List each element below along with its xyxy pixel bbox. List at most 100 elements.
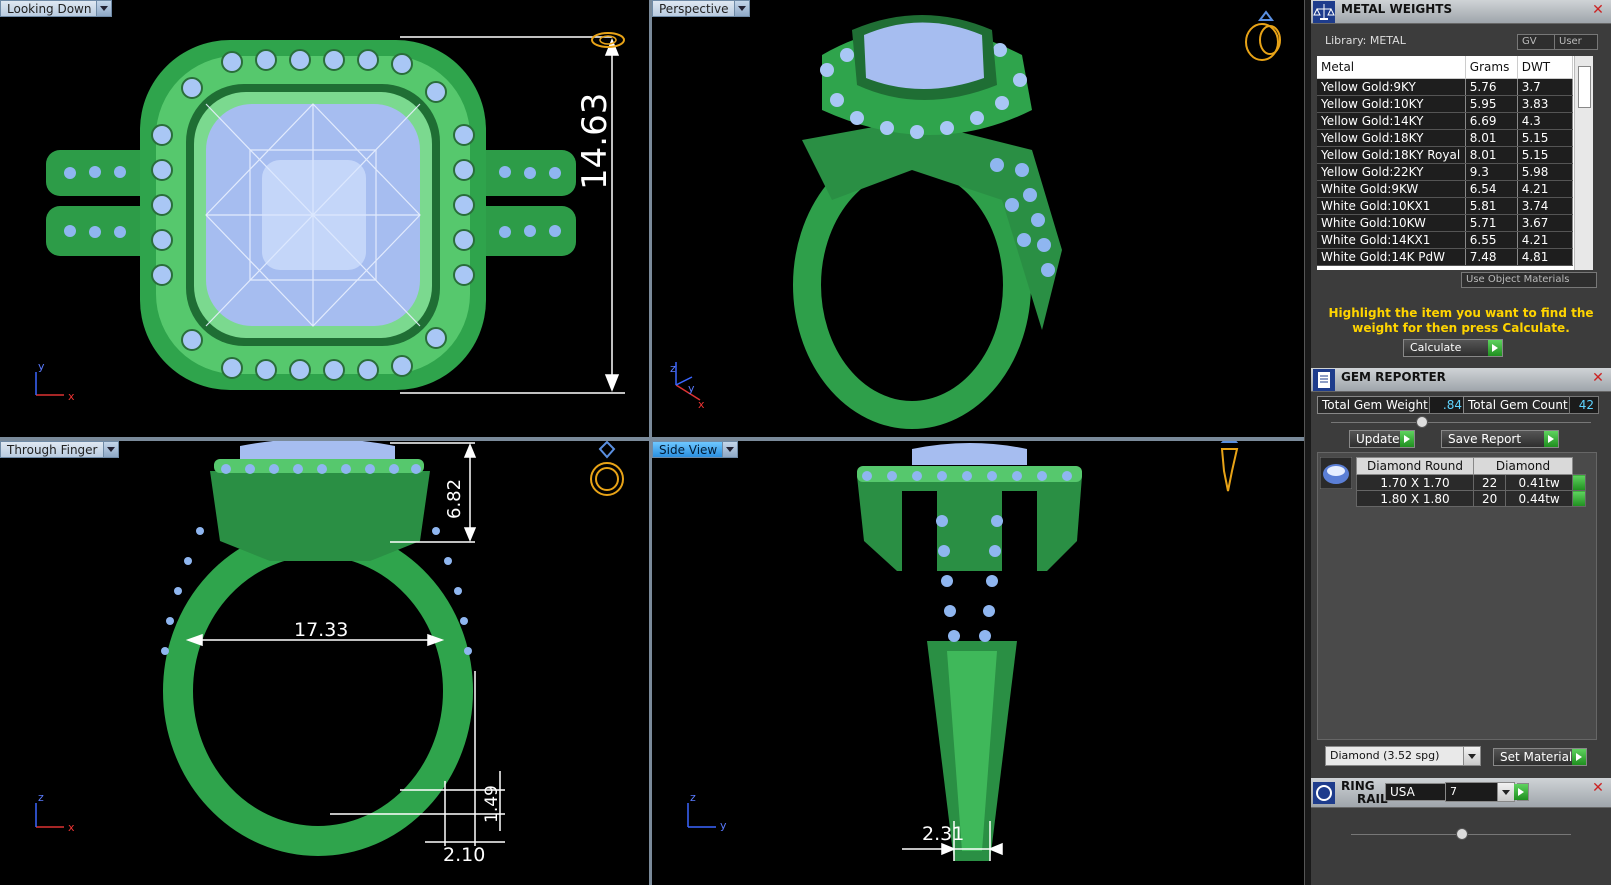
ring-size-select[interactable]: 7 xyxy=(1445,782,1515,802)
total-gem-count-value: 42 xyxy=(1569,396,1599,414)
metal-name-cell: White Gold:10KX1 xyxy=(1317,197,1466,215)
use-object-materials-label: Use Object Materials xyxy=(1466,274,1570,285)
dimension-inner-diameter-label: 17.33 xyxy=(294,619,349,641)
material-select-value: Diamond (3.52 spg) xyxy=(1330,749,1440,762)
use-object-materials-checkbox[interactable]: Use Object Materials xyxy=(1461,272,1597,288)
table-row[interactable]: Yellow Gold:9KY 5.76 3.7 xyxy=(1317,78,1574,96)
viewport-side-view[interactable]: 2.31 y z Side View xyxy=(652,441,1304,885)
grams-cell: 7.48 xyxy=(1465,248,1518,266)
viewport-through-finger[interactable]: 6.82 17.33 1.49 2.10 x z Through Finger xyxy=(0,441,649,885)
gv-label: GV xyxy=(1522,36,1537,47)
table-row[interactable]: 1.70 X 1.70 22 0.41tw xyxy=(1356,474,1586,491)
table-row[interactable]: White Gold:14K PdW 7.48 4.81 xyxy=(1317,248,1574,266)
metal-name-cell: Yellow Gold:10KY xyxy=(1317,95,1466,113)
set-material-button[interactable]: Set Material xyxy=(1493,748,1587,766)
metal-weights-header: METAL WEIGHTS ✕ xyxy=(1311,0,1611,24)
viewport-label-through-finger[interactable]: Through Finger xyxy=(0,441,119,458)
chevron-down-icon[interactable] xyxy=(733,1,749,16)
table-row[interactable]: Yellow Gold:10KY 5.95 3.83 xyxy=(1317,95,1574,113)
gem-reporter-title: GEM REPORTER xyxy=(1341,370,1446,384)
column-header-metal[interactable]: Metal xyxy=(1317,56,1466,79)
chevron-down-icon[interactable] xyxy=(102,442,118,457)
table-row[interactable]: White Gold:9KW 6.54 4.21 xyxy=(1317,180,1574,198)
metal-name-cell: White Gold:9KW xyxy=(1317,180,1466,198)
chevron-down-icon[interactable] xyxy=(722,442,738,457)
gem-reporter-slider-knob[interactable] xyxy=(1416,416,1428,428)
grams-cell: 8.01 xyxy=(1465,146,1518,164)
gem-report-icon xyxy=(1313,369,1335,391)
gem-row-select-button[interactable] xyxy=(1572,474,1586,491)
dimension-shank-label: 2.31 xyxy=(922,823,965,845)
play-icon xyxy=(1572,749,1586,765)
metal-name-cell: Yellow Gold:18KY xyxy=(1317,129,1466,147)
update-label: Update xyxy=(1356,432,1400,446)
ring-size-standard-field[interactable]: USA xyxy=(1385,783,1447,801)
chevron-down-icon[interactable] xyxy=(96,1,112,16)
dwt-cell: 3.83 xyxy=(1517,95,1574,113)
ring-rail-slider-knob[interactable] xyxy=(1456,828,1468,840)
ring-rail-apply-button[interactable] xyxy=(1514,783,1529,801)
scale-icon xyxy=(1313,1,1335,23)
gem-weight-cell: 0.41tw xyxy=(1505,474,1573,491)
play-icon xyxy=(1488,340,1502,356)
viewport-label-looking-down[interactable]: Looking Down xyxy=(0,0,113,17)
ring-size-value: 7 xyxy=(1450,785,1457,798)
user-toggle[interactable]: User xyxy=(1554,34,1598,50)
metal-name-cell: Yellow Gold:22KY xyxy=(1317,163,1466,181)
ring-rail-icon xyxy=(1313,782,1335,804)
metal-weights-table[interactable]: Metal Grams DWT Yellow Gold:9KY 5.76 3.7 Ye… xyxy=(1317,56,1593,270)
metal-name-cell: Yellow Gold:9KY xyxy=(1317,78,1466,96)
table-row[interactable]: Yellow Gold:18KY 8.01 5.15 xyxy=(1317,129,1574,147)
axis-y-label: y xyxy=(720,819,727,832)
ring-side-render xyxy=(687,441,1239,861)
grams-cell: 8.01 xyxy=(1465,129,1518,147)
viewport-label-text: Side View xyxy=(659,443,718,457)
ring-rail-title-line1: RING xyxy=(1341,779,1375,793)
save-report-button[interactable]: Save Report xyxy=(1441,430,1559,448)
axis-z-label: z xyxy=(38,791,44,804)
axis-z-label: z xyxy=(690,791,696,804)
table-row[interactable]: White Gold:10KX1 5.81 3.74 xyxy=(1317,197,1574,215)
ring-orientation-icon[interactable] xyxy=(588,28,628,52)
material-select[interactable]: Diamond (3.52 spg) xyxy=(1325,746,1481,766)
table-row[interactable]: Yellow Gold:14KY 6.69 4.3 xyxy=(1317,112,1574,130)
ring-rail-title: RING RAIL xyxy=(1341,780,1388,806)
calculate-button[interactable]: Calculate xyxy=(1403,339,1503,357)
ring-rail-title-line2: RAIL xyxy=(1357,792,1388,806)
ring-rail-header: RING RAIL USA 7 ✕ xyxy=(1311,778,1611,808)
close-icon[interactable]: ✕ xyxy=(1591,3,1605,17)
table-row[interactable]: Yellow Gold:18KY Royal 8.01 5.15 xyxy=(1317,146,1574,164)
gv-toggle[interactable]: GV xyxy=(1517,34,1555,50)
close-icon[interactable]: ✕ xyxy=(1591,371,1605,385)
gem-report-list[interactable]: Diamond Round Diamond 1.70 X 1.70 22 0.41t… xyxy=(1317,452,1597,740)
metal-name-cell: Yellow Gold:14KY xyxy=(1317,112,1466,130)
update-button[interactable]: Update xyxy=(1349,430,1415,448)
grams-cell: 5.81 xyxy=(1465,197,1518,215)
grams-cell: 5.76 xyxy=(1465,78,1518,96)
table-row[interactable]: White Gold:10KW 5.71 3.67 xyxy=(1317,214,1574,232)
library-label: Library: METAL xyxy=(1325,34,1406,47)
table-scrollbar[interactable] xyxy=(1574,56,1593,270)
ring-perspective-render xyxy=(675,10,1281,429)
table-row[interactable]: Yellow Gold:22KY 9.3 5.98 xyxy=(1317,163,1574,181)
chevron-down-icon[interactable] xyxy=(1463,747,1480,765)
viewport-label-side-view[interactable]: Side View xyxy=(652,441,739,458)
grams-cell: 6.69 xyxy=(1465,112,1518,130)
viewport-label-text: Through Finger xyxy=(7,443,98,457)
scrollbar-thumb[interactable] xyxy=(1578,66,1591,108)
close-icon[interactable]: ✕ xyxy=(1591,781,1605,795)
viewport-perspective[interactable]: x y z Perspective xyxy=(652,0,1304,437)
column-header-grams[interactable]: Grams xyxy=(1465,56,1518,79)
gem-row-select-button[interactable] xyxy=(1572,490,1586,507)
total-gem-count-label: Total Gem Count xyxy=(1463,396,1573,414)
table-row[interactable]: 1.80 X 1.80 20 0.44tw xyxy=(1356,490,1586,507)
viewport-looking-down[interactable]: 14.63 x y Looking Down xyxy=(0,0,649,437)
viewport-label-perspective[interactable]: Perspective xyxy=(652,0,750,17)
table-row[interactable]: White Gold:14KX1 6.55 4.21 xyxy=(1317,231,1574,249)
grams-cell: 6.55 xyxy=(1465,231,1518,249)
dwt-cell: 3.67 xyxy=(1517,214,1574,232)
chevron-down-icon[interactable] xyxy=(1497,783,1514,801)
gem-column-header-type: Diamond xyxy=(1473,457,1573,475)
column-header-dwt[interactable]: DWT xyxy=(1517,56,1574,79)
viewport-label-text: Looking Down xyxy=(7,2,92,16)
